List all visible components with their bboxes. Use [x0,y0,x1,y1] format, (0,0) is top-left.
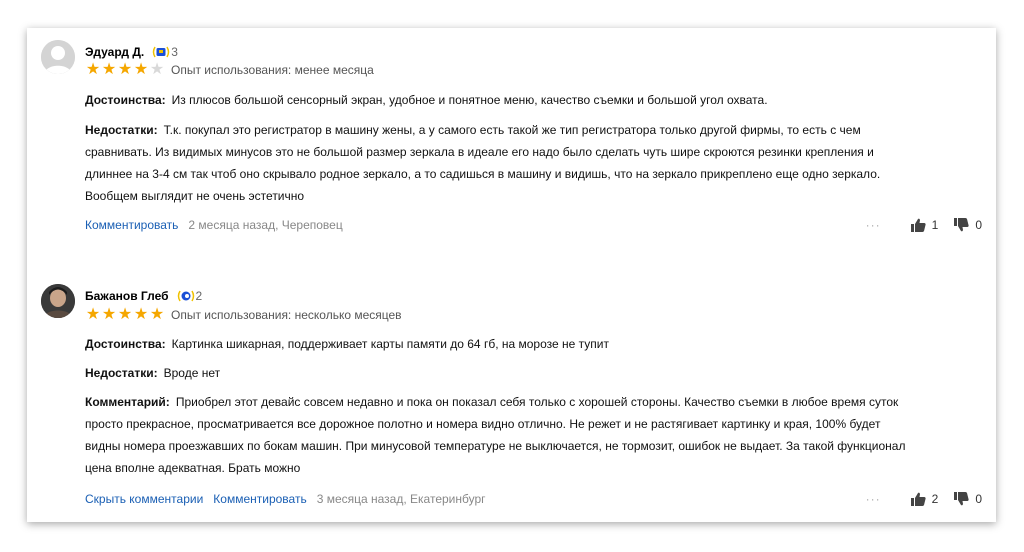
user-photo-icon [41,284,75,318]
like-button[interactable]: 2 [910,492,939,506]
like-count: 2 [931,492,939,506]
laurel-badge-icon[interactable]: 2 [177,289,203,303]
thumbs-up-icon [910,492,926,506]
author-name[interactable]: Эдуард Д. [85,45,144,59]
comment-label: Комментарий: [85,395,170,409]
star-icon: ★ [133,61,149,78]
comment-text-line: видны номера проезжавших по бокам машин.… [85,439,906,453]
review-item: Эдуард Д. 3 ★ ★ ★ ★ ★ Опыт использования… [27,28,996,256]
thumbs-down-icon [954,492,969,506]
cons-section: Недостатки: Вроде нет [85,362,985,384]
author-line: Эдуард Д. 3 [85,44,178,60]
author-name[interactable]: Бажанов Глеб [85,289,169,303]
like-button[interactable]: 1 [910,218,939,232]
pros-label: Достоинства: [85,337,166,351]
star-icon: ★ [117,306,133,323]
vote-controls: ··· 2 0 [866,490,982,508]
laurel-badge-icon[interactable]: 3 [152,45,178,59]
comment-text-line: цена вполне адекватная. Брать можно [85,461,301,475]
rating-line: ★ ★ ★ ★ ★ Опыт использования: несколько … [85,307,402,323]
review-item: Бажанов Глеб 2 ★ ★ ★ ★ ★ Опыт использова… [27,270,996,522]
cons-text-line: сравнивать. Из видимых минусов это не бо… [85,145,874,159]
cons-text: Вроде нет [163,366,221,380]
cons-text-line: Т.к. покупал это регистратор в машину же… [163,123,861,137]
star-icon: ★ [101,306,117,323]
badge-count: 2 [195,289,203,303]
cons-text-line: Вообщем выглядит не очень эстетично [85,189,305,203]
star-icon: ★ [149,61,165,78]
more-dots-icon[interactable]: ··· [866,218,881,232]
comment-link[interactable]: Комментировать [213,492,306,506]
cons-section: Недостатки: Т.к. покупал это регистратор … [85,119,985,207]
star-icon: ★ [85,61,101,78]
vote-controls: ··· 1 0 [866,216,982,234]
comment-link[interactable]: Комментировать [85,218,178,232]
dislike-count: 0 [975,492,982,506]
dislike-button[interactable]: 0 [954,218,982,232]
pros-section: Достоинства: Картинка шикарная, поддержив… [85,333,985,355]
star-rating: ★ ★ ★ ★ ★ [85,307,165,323]
dislike-count: 0 [975,218,982,232]
hide-comments-link[interactable]: Скрыть комментарии [85,492,203,506]
star-icon: ★ [85,306,101,323]
reviews-card: Эдуард Д. 3 ★ ★ ★ ★ ★ Опыт использования… [27,28,996,522]
review-footer: Скрыть комментарии Комментировать 3 меся… [85,490,982,508]
avatar[interactable] [41,284,75,318]
avatar[interactable] [41,40,75,74]
dislike-button[interactable]: 0 [954,492,982,506]
comment-text-line: просто прекрасное, просматривается все д… [85,417,881,431]
comment-section: Комментарий: Приобрел этот девайс совсем … [85,391,985,479]
pros-section: Достоинства: Из плюсов большой сенсорный … [85,89,985,111]
cons-label: Недостатки: [85,366,158,380]
review-date-location: 3 месяца назад, Екатеринбург [316,492,486,506]
star-icon: ★ [117,61,133,78]
pros-text: Из плюсов большой сенсорный экран, удобн… [171,93,768,107]
review-footer: Комментировать 2 месяца назад, Череповец… [85,216,982,234]
star-rating: ★ ★ ★ ★ ★ [85,62,165,78]
thumbs-up-icon [910,218,926,232]
comment-text-line: Приобрел этот девайс совсем недавно и по… [175,395,899,409]
star-icon: ★ [149,306,165,323]
review-date-location: 2 месяца назад, Череповец [188,218,343,232]
cons-label: Недостатки: [85,123,158,137]
rating-line: ★ ★ ★ ★ ★ Опыт использования: менее меся… [85,62,374,78]
experience-text: Опыт использования: несколько месяцев [171,308,402,322]
thumbs-down-icon [954,218,969,232]
star-icon: ★ [133,306,149,323]
more-dots-icon[interactable]: ··· [866,492,881,506]
star-icon: ★ [101,61,117,78]
cons-text-line: длиннее на 3-4 см так чтоб оно скрывало … [85,167,881,181]
pros-text: Картинка шикарная, поддерживает карты па… [171,337,609,351]
default-avatar-icon [41,40,75,74]
badge-count: 3 [171,45,178,59]
experience-text: Опыт использования: менее месяца [171,63,374,77]
author-line: Бажанов Глеб 2 [85,288,202,304]
like-count: 1 [931,218,939,232]
pros-label: Достоинства: [85,93,166,107]
